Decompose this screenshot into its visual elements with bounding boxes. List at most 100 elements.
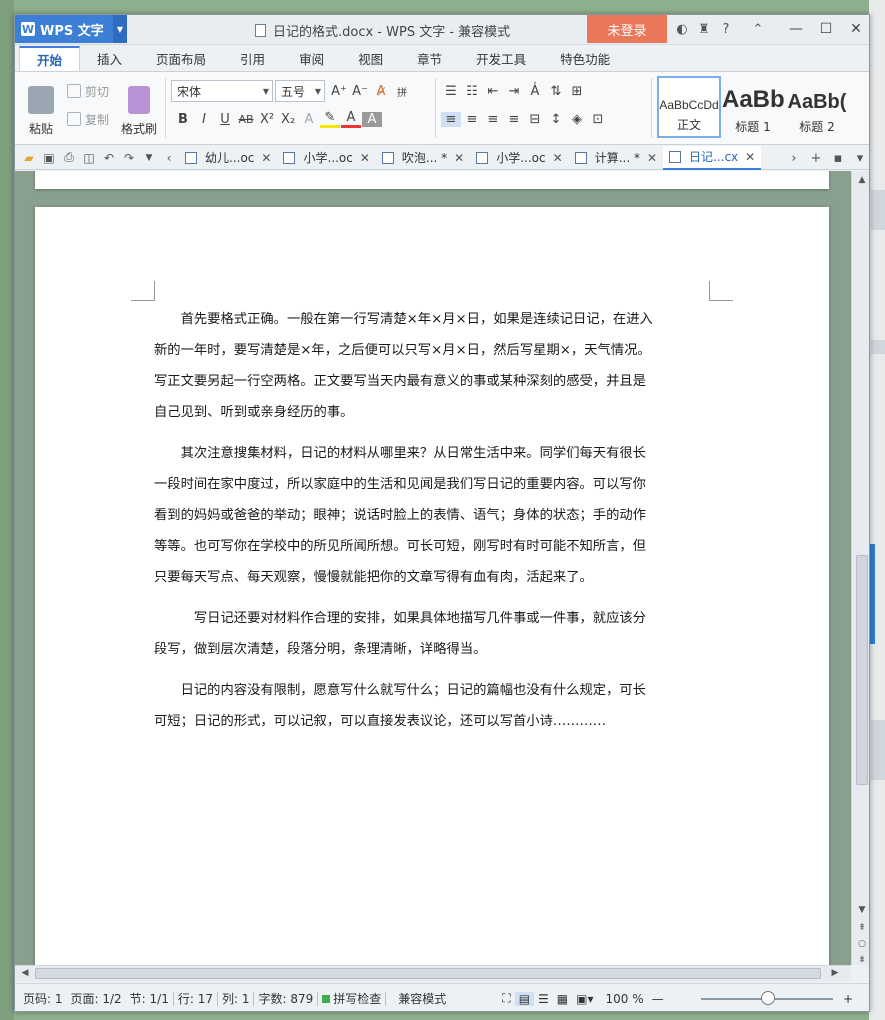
- highlight-icon[interactable]: ✎: [320, 110, 340, 128]
- chevron-down-icon[interactable]: ▼: [113, 15, 127, 43]
- cut-button[interactable]: 剪切: [67, 80, 109, 102]
- browse-object-icon[interactable]: ○: [852, 939, 869, 949]
- document-body[interactable]: 首先要格式正确。一般在第一行写清楚×年×月×日，如果是连续记日记，在进入新的一年…: [154, 304, 654, 747]
- tabs-scroll-left-icon[interactable]: ‹: [159, 151, 179, 165]
- text-effect-icon[interactable]: A: [299, 112, 319, 127]
- print-icon[interactable]: ⎙: [59, 150, 79, 165]
- zoom-out-icon[interactable]: —: [648, 992, 668, 1006]
- char-scaling-icon[interactable]: A̍: [525, 84, 545, 99]
- tabs-scroll-right-icon[interactable]: ›: [783, 151, 805, 166]
- collapse-ribbon-icon[interactable]: ⌃: [747, 22, 769, 37]
- zoom-level[interactable]: 100 %: [602, 992, 648, 1006]
- wps-menu-button[interactable]: W WPS 文字 ▼: [15, 15, 127, 43]
- doc-tab-active[interactable]: 日记...cx ✕: [663, 145, 762, 170]
- shrink-font-icon[interactable]: A⁻: [350, 84, 370, 99]
- close-tab-icon[interactable]: ✕: [745, 150, 755, 164]
- shading-icon[interactable]: ◈: [567, 112, 587, 127]
- style-heading-2[interactable]: AaBb( 标题 2: [785, 76, 849, 138]
- status-row[interactable]: 行: 17: [174, 990, 217, 1007]
- tab-list-icon[interactable]: ▪: [827, 151, 849, 166]
- horizontal-scrollbar[interactable]: ◀ ▶: [15, 965, 851, 981]
- justify-icon[interactable]: ≡: [504, 112, 524, 127]
- grow-font-icon[interactable]: A⁺: [329, 84, 349, 99]
- doc-tab[interactable]: 计算... * ✕: [569, 146, 663, 170]
- paragraph[interactable]: 其次注意搜集材料，日记的材料从哪里来？从日常生活中来。同学们每天有很长一段时间在…: [154, 438, 654, 593]
- distribute-icon[interactable]: ⊟: [525, 112, 545, 127]
- subscript-icon[interactable]: X₂: [278, 112, 298, 127]
- increase-indent-icon[interactable]: ⇥: [504, 84, 524, 99]
- clear-format-icon[interactable]: A̷: [371, 84, 391, 99]
- scroll-right-icon[interactable]: ▶: [827, 966, 843, 981]
- zoom-slider-knob[interactable]: [761, 991, 775, 1005]
- tab-home[interactable]: 开始: [19, 46, 81, 71]
- font-color-icon[interactable]: A: [341, 110, 361, 128]
- doc-tab[interactable]: 小学...oc ✕: [470, 146, 568, 170]
- strikethrough-icon[interactable]: AB: [236, 113, 256, 126]
- char-shading-icon[interactable]: A: [362, 111, 382, 127]
- page-view-icon[interactable]: ▤: [514, 991, 535, 1006]
- underline-icon[interactable]: U: [215, 112, 235, 127]
- status-page-code[interactable]: 页码: 1: [15, 990, 67, 1007]
- paragraph[interactable]: 写日记还要对材料作合理的安排，如果具体地描写几件事或一件事，就应该分段写，做到层…: [154, 603, 654, 665]
- superscript-icon[interactable]: X²: [257, 112, 277, 127]
- maximize-icon[interactable]: ☐: [811, 15, 841, 43]
- reading-mode-icon[interactable]: ▣▾: [572, 992, 597, 1006]
- document-page[interactable]: 首先要格式正确。一般在第一行写清楚×年×月×日，如果是连续记日记，在进入新的一年…: [35, 207, 829, 965]
- close-tab-icon[interactable]: ✕: [261, 151, 271, 165]
- close-tab-icon[interactable]: ✕: [454, 151, 464, 165]
- close-icon[interactable]: ✕: [841, 15, 869, 43]
- fullscreen-view-icon[interactable]: ⛶: [498, 991, 514, 1006]
- style-normal[interactable]: AaBbCcDd 正文: [657, 76, 721, 138]
- horizontal-scroll-thumb[interactable]: [35, 968, 821, 979]
- open-icon[interactable]: ▰: [19, 151, 39, 165]
- save-icon[interactable]: ▣: [39, 151, 59, 165]
- tab-options-icon[interactable]: ▾: [849, 151, 869, 166]
- doc-tab[interactable]: 吹泡... * ✕: [376, 146, 470, 170]
- line-spacing-icon[interactable]: ↕: [546, 112, 566, 127]
- scroll-down-icon[interactable]: ▼: [852, 905, 869, 915]
- paragraph[interactable]: 日记的内容没有限制，愿意写什么就写什么；日记的篇幅也没有什么规定，可长可短；日记…: [154, 675, 654, 737]
- scroll-left-icon[interactable]: ◀: [17, 966, 33, 981]
- undo-icon[interactable]: ↶: [99, 151, 119, 165]
- status-section[interactable]: 节: 1/1: [126, 990, 173, 1007]
- numbering-icon[interactable]: ☷: [462, 84, 482, 99]
- next-page-icon[interactable]: ⇟: [852, 955, 869, 965]
- redo-icon[interactable]: ↷: [119, 151, 139, 165]
- borders-icon[interactable]: ⊡: [588, 112, 608, 127]
- font-size-select[interactable]: 五号 ▼: [275, 80, 325, 102]
- vertical-scroll-thumb[interactable]: [856, 555, 868, 785]
- close-tab-icon[interactable]: ✕: [360, 151, 370, 165]
- close-tab-icon[interactable]: ✕: [553, 151, 563, 165]
- shirt-icon[interactable]: ♜: [693, 22, 715, 37]
- phonetic-guide-icon[interactable]: 拼: [392, 84, 412, 99]
- print-preview-icon[interactable]: ◫: [79, 151, 99, 165]
- tab-features[interactable]: 特色功能: [543, 46, 627, 71]
- minimize-icon[interactable]: —: [781, 15, 811, 43]
- sort-icon[interactable]: ⇅: [546, 84, 566, 99]
- web-view-icon[interactable]: ▦: [553, 992, 572, 1006]
- tab-page-layout[interactable]: 页面布局: [139, 46, 223, 71]
- status-word-count[interactable]: 字数: 879: [254, 990, 317, 1007]
- tab-developer[interactable]: 开发工具: [459, 46, 543, 71]
- status-column[interactable]: 列: 1: [218, 990, 254, 1007]
- format-painter-button[interactable]: 格式刷: [117, 86, 161, 137]
- scroll-up-icon[interactable]: ▲: [852, 175, 869, 185]
- tab-references[interactable]: 引用: [223, 46, 282, 71]
- style-heading-1[interactable]: AaBb 标题 1: [721, 76, 785, 138]
- copy-button[interactable]: 复制: [67, 108, 109, 130]
- font-family-select[interactable]: 宋体 ▼: [171, 80, 273, 102]
- help-icon[interactable]: ?: [715, 22, 737, 37]
- paste-button[interactable]: 粘贴: [21, 86, 61, 137]
- tab-insert[interactable]: 插入: [80, 46, 139, 71]
- prev-page-icon[interactable]: ⇞: [852, 923, 869, 933]
- italic-icon[interactable]: I: [194, 112, 214, 127]
- paragraph[interactable]: 首先要格式正确。一般在第一行写清楚×年×月×日，如果是连续记日记，在进入新的一年…: [154, 304, 654, 428]
- doc-tab[interactable]: 幼儿...oc ✕: [179, 146, 277, 170]
- align-center-icon[interactable]: ≡: [462, 112, 482, 127]
- table-icon[interactable]: ⊞: [567, 84, 587, 99]
- spell-check-button[interactable]: 拼写检查: [318, 990, 385, 1007]
- skin-icon[interactable]: ◐: [671, 22, 693, 37]
- outline-view-icon[interactable]: ☰: [534, 992, 553, 1006]
- tab-chapter[interactable]: 章节: [400, 46, 459, 71]
- decrease-indent-icon[interactable]: ⇤: [483, 84, 503, 99]
